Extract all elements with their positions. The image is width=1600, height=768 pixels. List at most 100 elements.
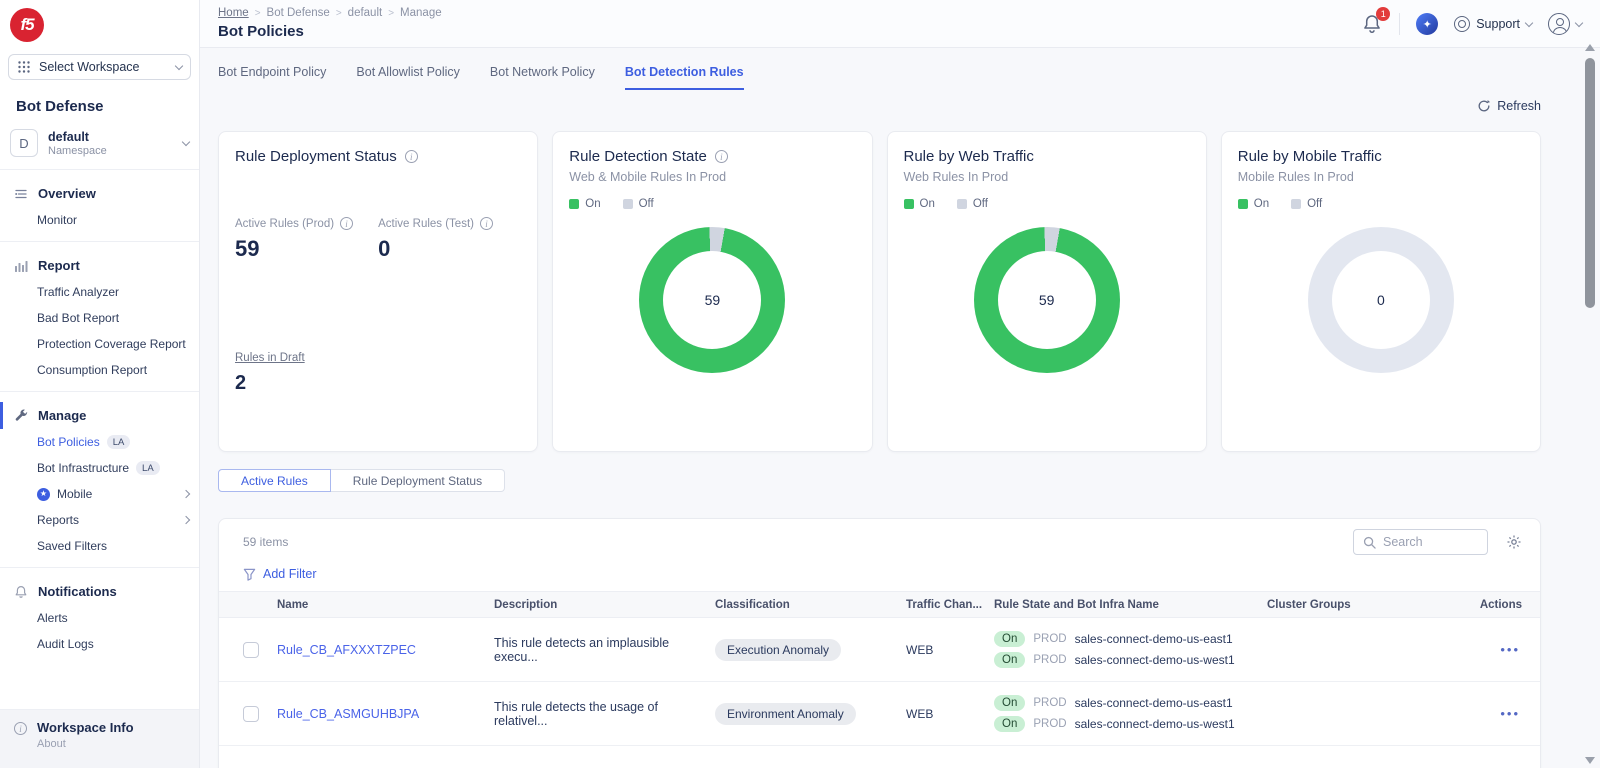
col-classification[interactable]: Classification [715,599,906,611]
rule-description: This rule detects an implausible execu..… [494,635,670,664]
namespace-avatar: D [10,129,38,157]
sidebar-section-overview[interactable]: Overview [0,180,199,207]
chevron-down-icon [1574,18,1584,27]
legend-on-swatch [1237,199,1248,209]
table-row[interactable]: Rule_CB_AFXXXTZPEC This rule detects an … [219,618,1540,682]
add-filter-label: Add Filter [263,567,317,581]
table-row[interactable]: Rule_CB_ASMGUHBJPA This rule detects the… [219,682,1540,746]
info-icon[interactable]: i [714,150,728,163]
infra-name: sales-connect-demo-us-east1 [1074,632,1233,646]
info-icon[interactable]: i [340,217,354,230]
table-settings-gear-icon[interactable] [1506,534,1522,550]
tab-bot-network-policy[interactable]: Bot Network Policy [490,65,595,90]
card-rule-by-mobile-traffic: Rule by Mobile Traffic Mobile Rules In P… [1220,131,1541,452]
col-traffic-channel[interactable]: Traffic Chan... [906,599,994,611]
sidebar-item-reports[interactable]: Reports [0,507,199,533]
row-checkbox[interactable] [243,641,259,658]
classification-badge: Environment Anomaly [715,702,856,725]
donut-chart-mobile-traffic: 0 [1307,227,1454,373]
item-label: Traffic Analyzer [37,285,120,299]
sidebar-section-report[interactable]: Report [0,252,199,279]
stat-label: Active Rules (Prod) [235,217,335,230]
sparkle-icon: ✦ [1422,18,1432,31]
legend-on-swatch [569,199,580,209]
item-label: Monitor [37,213,78,227]
env-label: PROD [1033,718,1067,730]
info-icon[interactable]: i [404,150,418,163]
scrollbar-thumb[interactable] [1585,58,1595,308]
col-cluster-groups[interactable]: Cluster Groups [1267,599,1450,611]
summary-cards: Rule Deployment Status i Active Rules (P… [218,131,1541,452]
support-label: Support [1476,17,1520,31]
sidebar-item-mobile[interactable]: ★ Mobile [0,481,199,507]
donut-center-value: 0 [1376,292,1385,308]
rule-name-link[interactable]: Rule_CB_ASMGUHBJPA [277,707,419,721]
sidebar-section-manage[interactable]: Manage [0,402,199,429]
refresh-label: Refresh [1497,99,1541,113]
col-name[interactable]: Name [277,599,494,611]
sidebar-item-consumption-report[interactable]: Consumption Report [0,357,199,383]
sidebar-section-notifications[interactable]: Notifications [0,578,199,605]
account-menu[interactable] [1548,13,1584,35]
col-rule-state[interactable]: Rule State and Bot Infra Name [994,599,1267,611]
card-rule-detection-state: Rule Detection State i Web & Mobile Rule… [552,131,873,452]
search-box[interactable] [1353,529,1488,555]
row-actions-menu[interactable]: ••• [1450,642,1540,657]
refresh-button[interactable]: Refresh [1477,96,1541,116]
sidebar-item-traffic-analyzer[interactable]: Traffic Analyzer [0,279,199,305]
la-badge: LA [136,461,160,475]
sidebar-item-monitor[interactable]: Monitor [0,207,199,233]
sidebar-item-bot-policies[interactable]: Bot Policies LA [0,429,199,455]
breadcrumb-home[interactable]: Home [218,7,249,19]
sidebar-item-bot-infrastructure[interactable]: Bot Infrastructure LA [0,455,199,481]
stat-value-draft: 2 [235,372,247,394]
info-icon[interactable]: i [479,217,493,230]
rules-in-draft-link[interactable]: Rules in Draft [235,352,305,364]
f5-logo-icon[interactable]: f5 [10,8,44,42]
workspace-selector[interactable]: Select Workspace [8,54,191,80]
col-description[interactable]: Description [494,599,715,611]
legend-off-swatch [622,199,633,209]
state-badge: On [994,695,1026,711]
tab-bot-endpoint-policy[interactable]: Bot Endpoint Policy [218,65,326,90]
sidebar-item-alerts[interactable]: Alerts [0,605,199,631]
sidebar-workspace-info[interactable]: i Workspace Info About [0,709,199,768]
item-label: Audit Logs [37,637,94,651]
rule-name-link[interactable]: Rule_CB_AFXXXTZPEC [277,643,416,657]
item-label: Bad Bot Report [37,311,120,325]
ai-assistant-button[interactable]: ✦ [1416,13,1439,35]
tab-bot-allowlist-policy[interactable]: Bot Allowlist Policy [356,65,460,90]
tab-bot-detection-rules[interactable]: Bot Detection Rules [624,65,744,90]
row-actions-menu[interactable]: ••• [1450,706,1540,721]
sidebar-item-saved-filters[interactable]: Saved Filters [0,533,199,559]
donut-center-value: 59 [1038,292,1055,308]
sidebar-item-bad-bot-report[interactable]: Bad Bot Report [0,305,199,331]
chevron-right-icon [181,515,191,525]
search-input[interactable] [1383,535,1473,549]
env-label: PROD [1033,633,1067,645]
vertical-scrollbar[interactable] [1583,44,1597,764]
overview-icon [15,189,27,198]
toggle-rule-deployment-status[interactable]: Rule Deployment Status [330,469,506,492]
item-label: Mobile [57,487,93,501]
scroll-up-arrow-icon[interactable] [1585,44,1595,51]
card-title: Rule by Mobile Traffic [1237,148,1382,165]
product-title: Bot Defense [16,98,104,115]
row-checkbox[interactable] [243,705,259,722]
breadcrumb-bot-defense[interactable]: Bot Defense [267,7,330,19]
toggle-active-rules[interactable]: Active Rules [218,469,331,492]
sidebar-item-audit-logs[interactable]: Audit Logs [0,631,199,657]
sidebar-item-protection-coverage-report[interactable]: Protection Coverage Report [0,331,199,357]
topbar: Home > Bot Defense > default > Manage Bo… [200,0,1600,48]
chevron-right-icon [181,489,191,499]
item-label: Reports [37,513,80,527]
breadcrumb-default[interactable]: default [348,7,383,19]
state-badge: On [994,631,1026,647]
namespace-selector[interactable]: D default Namespace [0,115,199,170]
support-menu[interactable]: Support [1454,16,1534,32]
item-label: Bot Policies [37,435,100,449]
notifications-button[interactable]: 1 [1361,7,1391,35]
scroll-down-arrow-icon[interactable] [1585,757,1595,764]
refresh-icon [1478,100,1491,112]
add-filter-button[interactable]: Add Filter [243,567,1540,581]
